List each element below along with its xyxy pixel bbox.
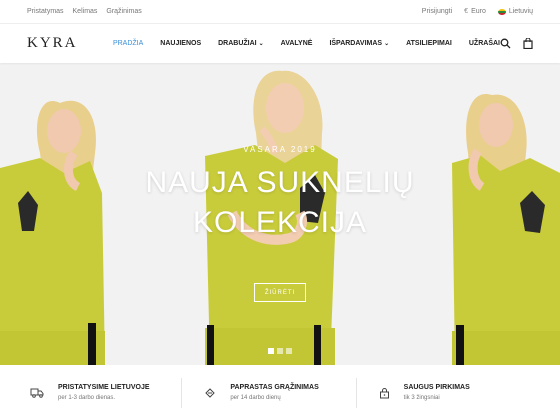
hero-slider[interactable]: VASARA 2019 NAUJA SUKNELIŲ KOLEKCIJA ŽIŪ… <box>0 63 560 365</box>
slider-dots <box>268 348 292 354</box>
nav-item-home[interactable]: PRADŽIA <box>113 40 143 47</box>
login-link[interactable]: Prisijungti <box>422 8 452 15</box>
language-label: Lietuvių <box>508 8 533 15</box>
top-link-travel[interactable]: Kelimas <box>73 8 98 15</box>
nav-item-label: IŠPARDAVIMAS <box>329 40 383 47</box>
hero-title-line-1: NAUJA SUKNELIŲ <box>145 166 415 199</box>
feature-delivery: PRISTATYSIME LIETUVOJE per 1-3 darbo die… <box>30 384 181 401</box>
currency-selector[interactable]: € Euro <box>464 8 486 15</box>
lock-icon <box>379 387 389 398</box>
nav-item-label: ATSILIEPIMAI <box>406 40 452 47</box>
slider-dot-1[interactable] <box>268 348 274 354</box>
euro-icon: € <box>464 8 469 15</box>
features-bar: PRISTATYSIME LIETUVOJE per 1-3 darbo die… <box>0 365 560 420</box>
shopping-bag-icon[interactable] <box>523 38 533 49</box>
chevron-down-icon: ⌄ <box>384 41 390 47</box>
nav-item-notes[interactable]: UŽRAŠAI <box>469 40 500 47</box>
hero-title-line-2: KOLEKCIJA <box>192 206 368 239</box>
chevron-down-icon: ⌄ <box>258 41 264 47</box>
divider <box>181 377 183 408</box>
nav-item-news[interactable]: NAUJIENOS <box>160 40 201 47</box>
hero-title: NAUJA SUKNELIŲ KOLEKCIJA <box>0 163 560 243</box>
top-bar: Pristatymas Kelimas Grąžinimas Prisijung… <box>0 0 560 24</box>
divider <box>355 377 357 408</box>
main-nav: PRADŽIA NAUJIENOS DRABUŽIAI ⌄ AVALYNĖ IŠP… <box>113 40 500 47</box>
nav-item-reviews[interactable]: ATSILIEPIMAI <box>406 40 452 47</box>
nav-item-label: UŽRAŠAI <box>468 40 500 47</box>
view-collection-button[interactable]: ŽIŪRĖTI <box>254 283 306 302</box>
top-link-returns[interactable]: Grąžinimas <box>106 8 141 15</box>
nav-item-label: NAUJIENOS <box>160 40 202 47</box>
nav-item-footwear[interactable]: AVALYNĖ <box>281 40 313 47</box>
feature-title: PRISTATYSIME LIETUVOJE <box>58 384 150 391</box>
nav-item-clothing[interactable]: DRABUŽIAI ⌄ <box>218 40 264 47</box>
top-links: Pristatymas Kelimas Grąžinimas <box>27 8 149 15</box>
nav-item-label: AVALYNĖ <box>280 40 313 47</box>
main-header: KYRA PRADŽIA NAUJIENOS DRABUŽIAI ⌄ AVALYN… <box>0 24 560 63</box>
feature-title: PAPRASTAS GRĄŽINIMAS <box>230 384 319 391</box>
currency-label: Euro <box>471 8 486 15</box>
feature-secure: SAUGUS PIRKIMAS tik 3 žingsniai <box>379 384 530 401</box>
feature-returns: PAPRASTAS GRĄŽINIMAS per 14 darbo dienų <box>204 384 355 401</box>
top-link-delivery[interactable]: Pristatymas <box>27 8 64 15</box>
slider-dot-2[interactable] <box>277 348 283 354</box>
nav-item-label: DRABUŽIAI <box>218 40 257 47</box>
feature-desc: per 1-3 darbo dienas. <box>58 395 116 401</box>
slider-dot-3[interactable] <box>286 348 292 354</box>
return-icon <box>205 387 216 398</box>
lithuania-flag-icon <box>497 8 506 15</box>
search-icon[interactable] <box>500 38 511 49</box>
hero-subtitle: VASARA 2019 <box>243 145 317 154</box>
nav-item-label: PRADŽIA <box>112 40 144 47</box>
truck-icon <box>30 388 44 398</box>
language-selector[interactable]: Lietuvių <box>497 8 533 15</box>
feature-desc: per 14 darbo dienų <box>230 395 281 401</box>
feature-title: SAUGUS PIRKIMAS <box>403 384 470 391</box>
feature-desc: tik 3 žingsniai <box>403 395 440 401</box>
logo[interactable]: KYRA <box>27 35 113 52</box>
nav-item-sale[interactable]: IŠPARDAVIMAS ⌄ <box>329 40 389 47</box>
